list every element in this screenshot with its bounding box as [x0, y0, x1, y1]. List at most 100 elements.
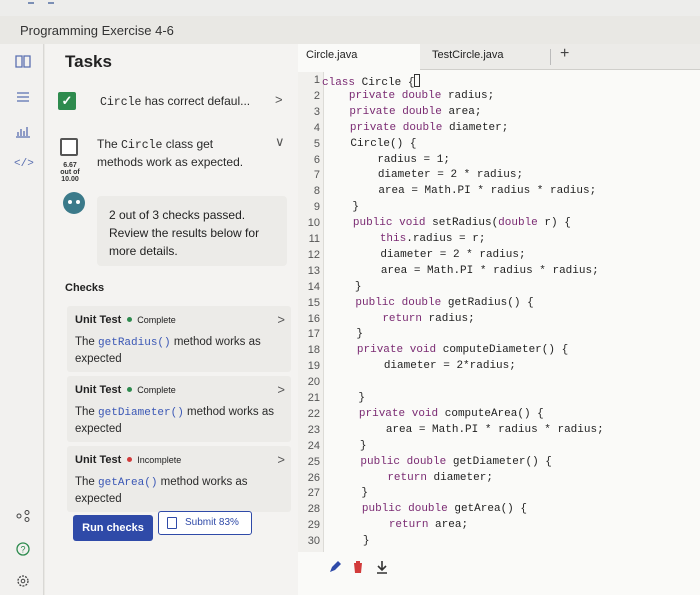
keyword-token: double [406, 455, 447, 468]
pencil-icon[interactable] [328, 560, 342, 577]
desc-code: getRadius() [98, 337, 171, 349]
add-tab-button[interactable]: + [560, 45, 569, 63]
check-description: The getDiameter() method works as expect… [75, 404, 275, 437]
tab-testcircle-java[interactable]: TestCircle.java [432, 49, 504, 61]
task-text: methods work as expected. [97, 155, 244, 169]
check-type: Unit Test [75, 454, 122, 466]
help-icon[interactable]: ? [14, 542, 32, 558]
task-score: 6.67 out of 10.00 [59, 162, 81, 183]
status-badge: Complete [137, 385, 176, 395]
keyword-token: void [411, 407, 439, 420]
task-item-defaults[interactable]: ✓ Circle has correct defaul... > [45, 92, 298, 122]
line-number: 6 [313, 153, 320, 166]
chart-icon[interactable] [14, 124, 32, 140]
code-line: private void computeArea() { [358, 407, 544, 420]
line-number: 18 [307, 344, 320, 357]
code-line: return diameter; [387, 471, 493, 484]
line-number: 30 [307, 535, 320, 548]
chevron-right-icon[interactable]: > [277, 312, 285, 327]
submit-button[interactable]: Submit 83% [158, 511, 252, 535]
run-checks-button[interactable]: Run checks [73, 515, 153, 541]
checkbox[interactable] [60, 138, 78, 156]
keyword-token: void [409, 344, 437, 357]
line-number: 22 [307, 407, 320, 420]
status-dot [127, 317, 133, 322]
check-type: Unit Test [75, 314, 122, 326]
check-title: Unit Test Complete [75, 314, 176, 326]
task-text: class get [162, 137, 214, 151]
share-icon[interactable] [14, 510, 32, 526]
keyword-token: this [379, 233, 407, 245]
code-line: area = Math.PI * radius * radius; [385, 423, 604, 436]
list-icon[interactable] [14, 90, 32, 106]
line-number: 8 [313, 185, 320, 198]
keyword-token: double [408, 503, 448, 516]
check-description: The getArea() method works as expected [75, 474, 275, 507]
document-icon [167, 517, 177, 529]
code-line: return area; [388, 519, 469, 532]
task-label: The Circle class get methods work as exp… [97, 136, 267, 171]
submit-label: Submit 83% [185, 517, 239, 528]
check-card-get-area[interactable]: Unit Test Incomplete > The getArea() meth… [67, 446, 291, 512]
download-icon[interactable] [376, 560, 388, 577]
settings-icon[interactable] [14, 574, 32, 590]
line-number: 17 [307, 328, 320, 341]
code-line: } [330, 328, 364, 341]
keyword-token: private [348, 89, 396, 102]
task-item-get-methods[interactable]: 6.67 out of 10.00 The Circle class get m… [45, 134, 298, 186]
keyword-token: public [352, 217, 393, 230]
code-line: class Circle { [322, 74, 421, 89]
tab-circle-java[interactable]: Circle.java [306, 49, 357, 61]
line-number: 25 [307, 455, 320, 468]
task-text: The [97, 137, 122, 151]
keyword-token: private [349, 121, 397, 134]
svg-text:?: ? [20, 545, 25, 555]
code-line: return radius; [382, 312, 475, 325]
code-line: private double radius; [348, 89, 495, 102]
check-complete-icon: ✓ [58, 92, 76, 110]
code-line: this.radius = r; [379, 233, 486, 245]
line-number: 12 [307, 248, 320, 261]
line-number: 7 [313, 169, 320, 182]
app-title: Programming Exercise 4-6 [20, 23, 174, 38]
editor-tabs: Circle.java TestCircle.java + [298, 44, 700, 70]
line-number: 1 [313, 74, 320, 86]
keyword-token: private [358, 407, 406, 420]
keyword-token: public [355, 296, 396, 309]
line-number: 9 [313, 201, 320, 214]
book-icon[interactable] [14, 54, 32, 70]
score-mid: out of [60, 169, 80, 176]
keyword-token: double [401, 89, 442, 102]
brace-token: { [407, 77, 415, 89]
score-max: 10.00 [61, 176, 79, 183]
code-line: area = Math.PI * radius * radius; [380, 264, 599, 277]
code-line: } [332, 392, 366, 404]
status-dot [127, 387, 133, 392]
line-number: 2 [313, 89, 320, 102]
code-line: } [335, 487, 369, 500]
desc-text: The [75, 476, 99, 488]
trash-icon[interactable] [352, 560, 364, 577]
line-number: 16 [307, 312, 320, 325]
chevron-right-icon[interactable]: > [277, 452, 285, 467]
icon-rail: </> ? [0, 44, 44, 595]
desc-text: The [75, 336, 99, 348]
code-line: } [333, 439, 367, 452]
task-text: has correct defaul... [141, 94, 251, 108]
line-number: 5 [313, 137, 320, 150]
chevron-down-icon[interactable]: ∨ [275, 134, 285, 150]
keyword-token: double [498, 217, 538, 230]
code-line: } [328, 280, 362, 293]
tasks-heading: Tasks [65, 52, 112, 71]
check-card-get-diameter[interactable]: Unit Test Complete > The getDiameter() me… [67, 376, 291, 442]
keyword-token: double [402, 121, 443, 134]
code-line: public void setRadius(double r) { [352, 217, 571, 230]
keyword-token: private [349, 105, 396, 118]
code-line: area = Math.PI * radius * radius; [378, 185, 597, 198]
check-card-get-radius[interactable]: Unit Test Complete > The getRadius() meth… [67, 306, 291, 372]
line-number: 19 [307, 360, 320, 373]
chevron-right-icon[interactable]: > [275, 92, 283, 107]
desc-code: getArea() [98, 477, 158, 489]
code-icon[interactable]: </> [14, 156, 34, 172]
chevron-right-icon[interactable]: > [277, 382, 285, 397]
